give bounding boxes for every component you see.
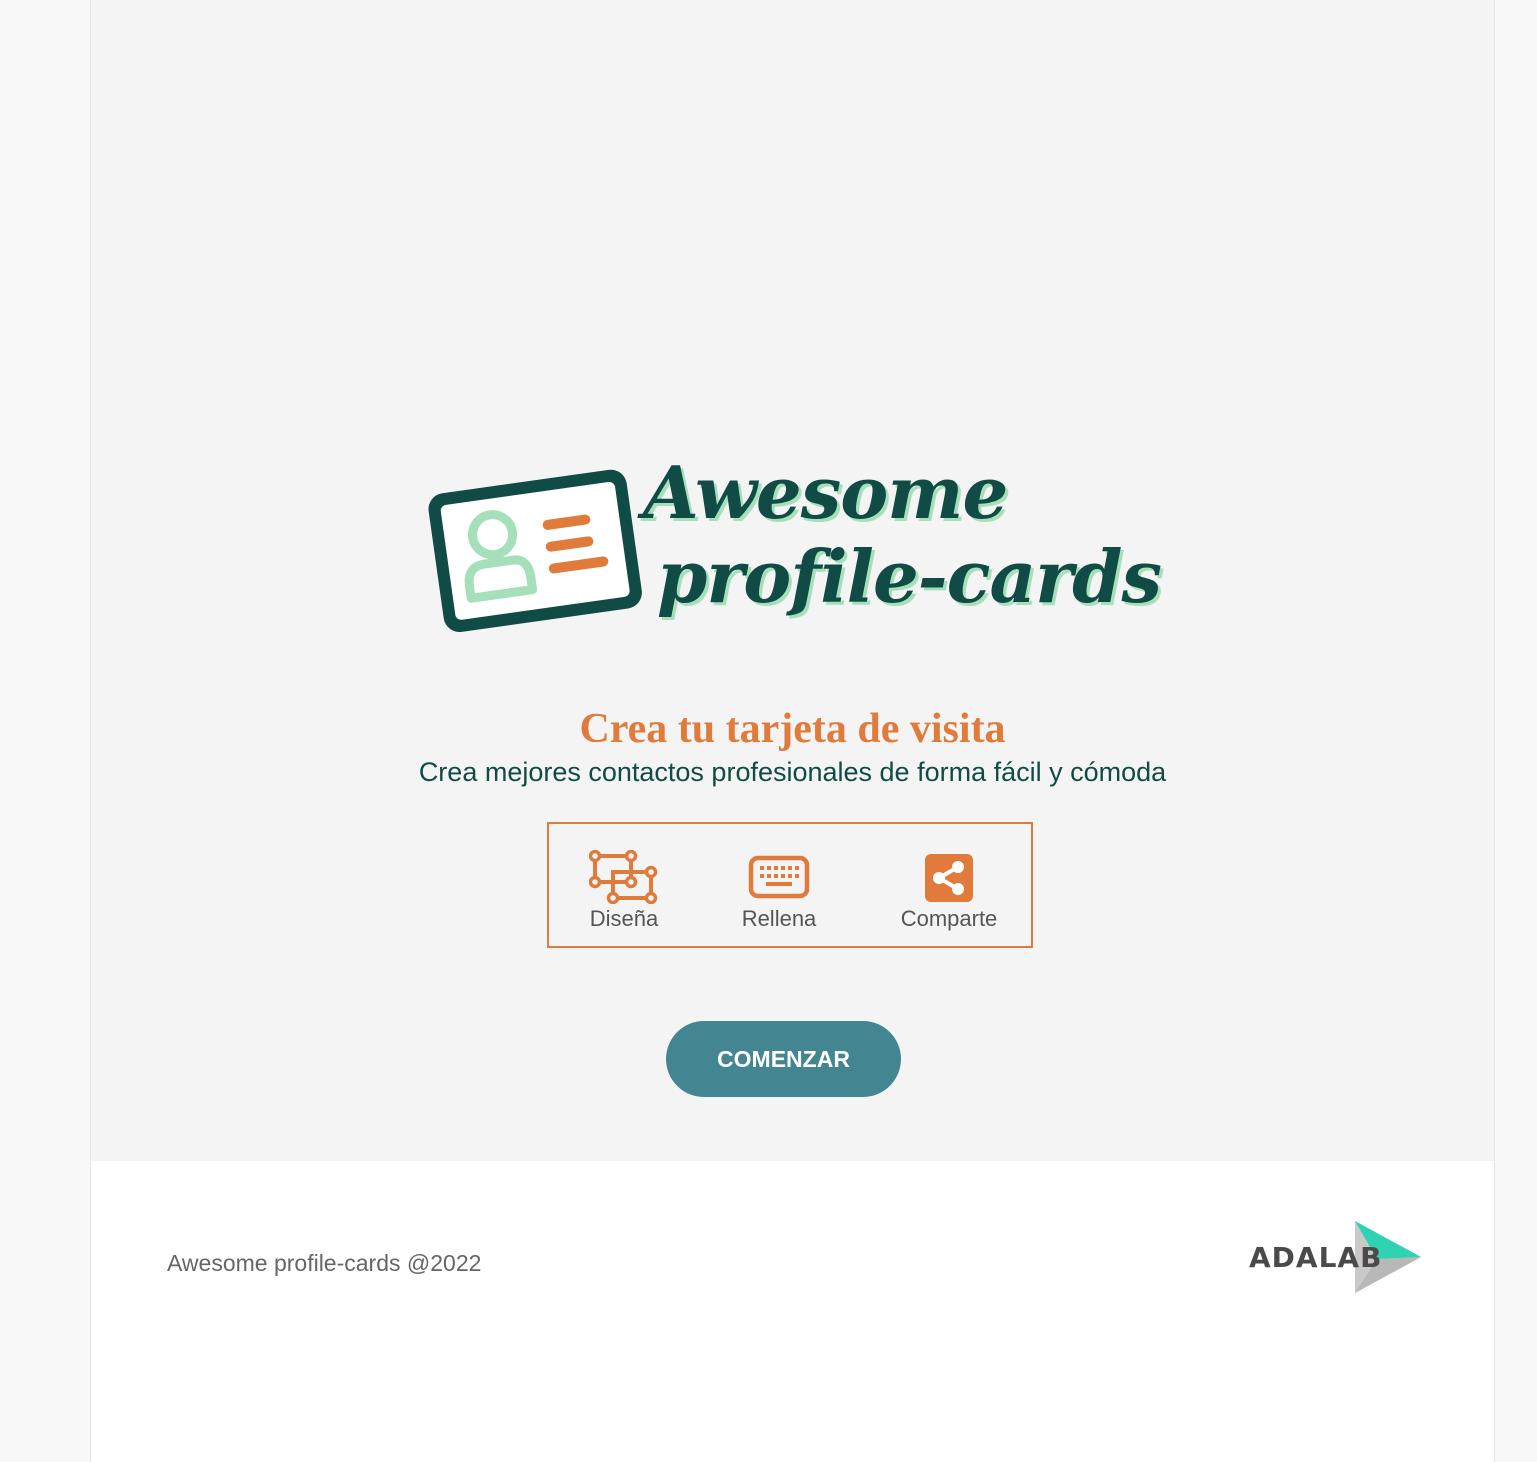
svg-text:ADALAB: ADALAB <box>1249 1241 1382 1274</box>
keyboard-icon <box>748 855 810 899</box>
share-icon <box>925 854 973 902</box>
page: Awesome profile-cards Crea tu tarjeta de… <box>90 0 1495 1462</box>
logo-title-line2: profile-cards <box>657 534 1162 619</box>
step-share: Comparte <box>889 850 1009 932</box>
app-logo: Awesome profile-cards <box>417 450 1177 660</box>
hero-section: Awesome profile-cards Crea tu tarjeta de… <box>91 0 1494 1161</box>
step-label: Diseña <box>589 906 659 931</box>
step-label: Rellena <box>741 906 817 931</box>
logo-title-line1: Awesome <box>643 450 1008 535</box>
footer-copyright: Awesome profile-cards @2022 <box>167 1250 482 1276</box>
step-label: Comparte <box>900 906 998 931</box>
footer: Awesome profile-cards @2022 ADALAB <box>91 1161 1494 1462</box>
object-group-icon <box>589 850 658 904</box>
start-button[interactable]: COMENZAR <box>666 1021 901 1097</box>
steps-box: Diseña Rellena Comparte <box>547 822 1033 948</box>
step-design: Diseña <box>579 850 669 932</box>
adalab-logo[interactable]: ADALAB <box>1247 1219 1427 1299</box>
page-subtitle: Crea mejores contactos profesionales de … <box>418 757 1167 787</box>
step-fill: Rellena <box>729 850 829 932</box>
page-title: Crea tu tarjeta de visita <box>579 706 1006 752</box>
profile-card-icon <box>428 469 642 633</box>
